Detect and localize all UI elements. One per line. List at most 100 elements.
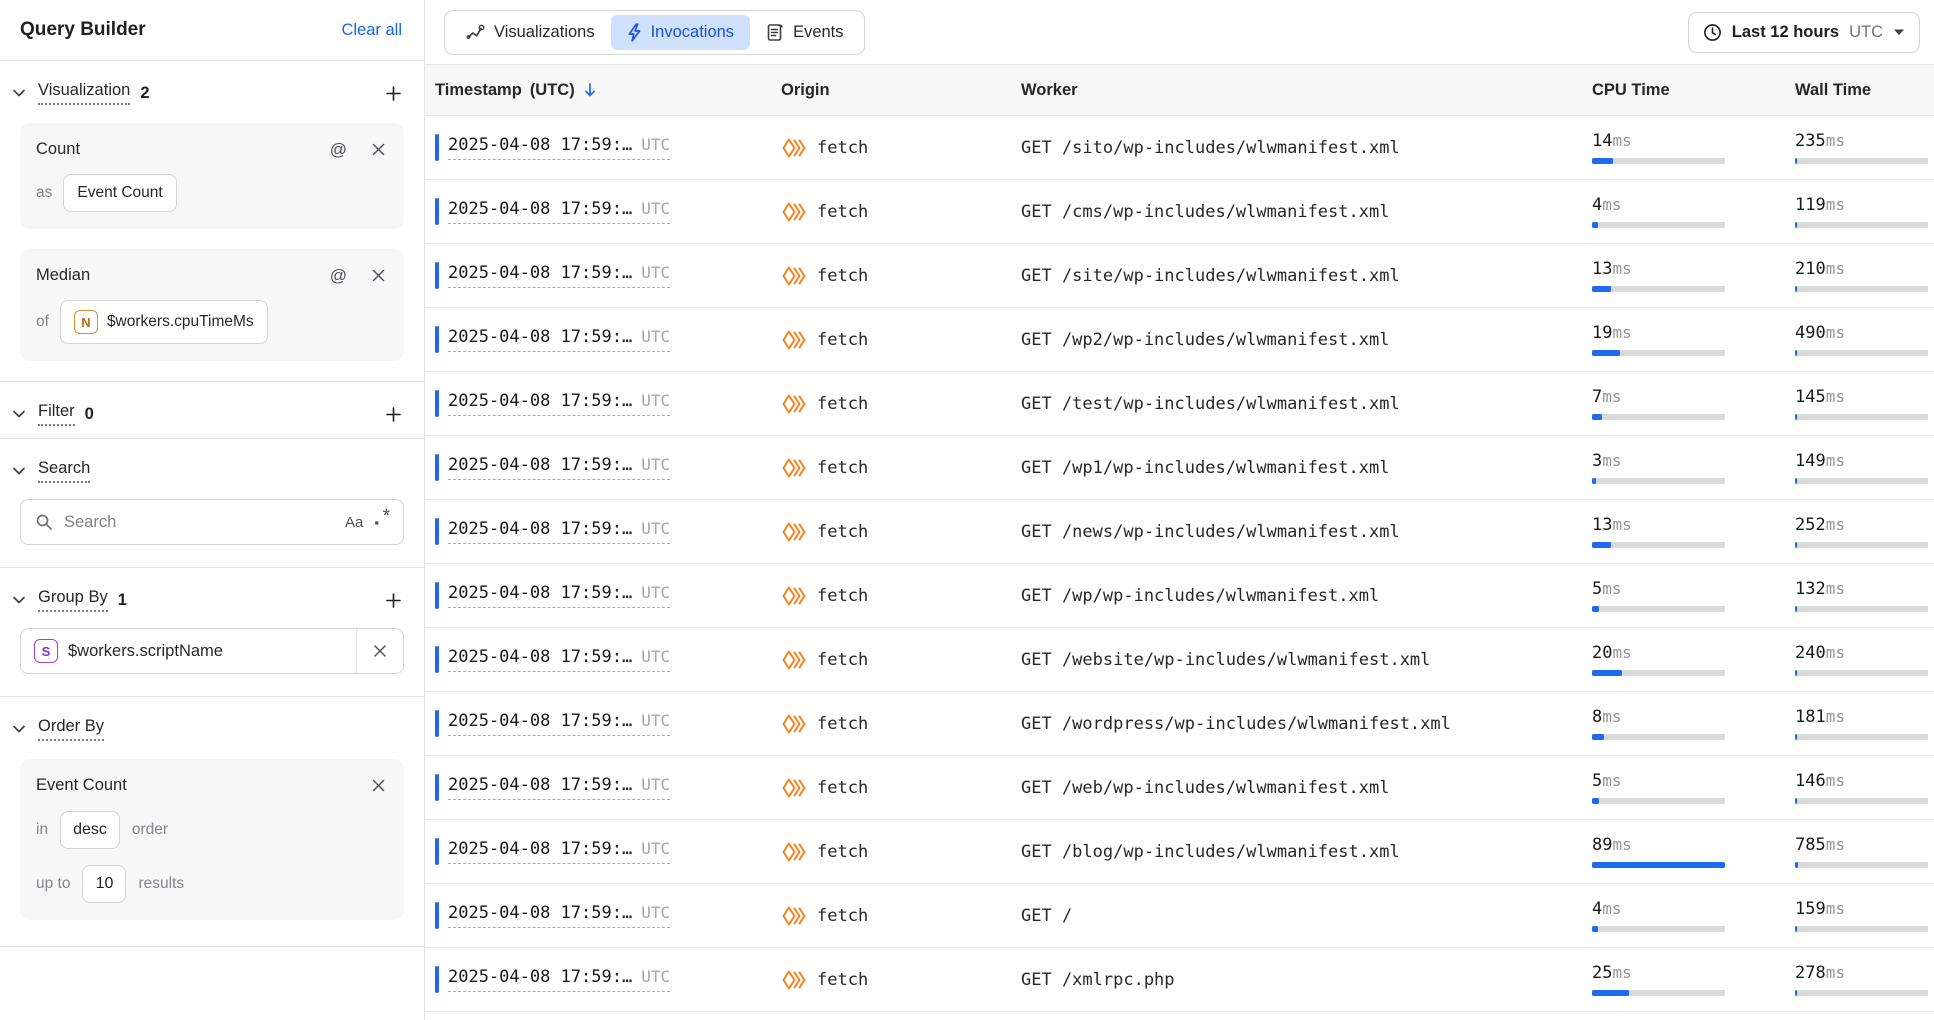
timestamp-link[interactable]: 2025-04-08 17:59:… UTC [448,583,670,608]
wall-time-bar-fill [1795,670,1797,676]
cpu-unit: ms [1612,131,1631,150]
search-collapse-button[interactable] [10,464,28,478]
row-status-marker [435,582,439,609]
alias-at-icon[interactable]: @ [330,141,347,158]
remove-order-by-button[interactable] [369,776,388,795]
wall-time-bar-fill [1795,734,1797,740]
close-icon [371,142,386,157]
regex-icon[interactable]: ▪* [374,515,389,530]
row-origin: fetch [817,266,868,286]
invocation-row[interactable]: 2025-04-08 17:59:… UTC fetch GET /sito/w… [425,116,1934,180]
timestamp-link[interactable]: 2025-04-08 17:59:… UTC [448,391,670,416]
timestamp-link[interactable]: 2025-04-08 17:59:… UTC [448,519,670,544]
alias-at-icon[interactable]: @ [330,267,347,284]
add-filter-button[interactable] [383,404,404,425]
cpu-time-bar [1592,478,1725,484]
cpu-value: 25 [1592,963,1612,983]
row-status-marker [435,646,439,673]
cpu-value: 13 [1592,515,1612,535]
tab-events[interactable]: Events [750,15,859,50]
workers-fetch-icon [781,969,808,991]
search-input[interactable] [64,513,334,532]
column-header-origin[interactable]: Origin [767,81,1007,100]
visualization-section-title[interactable]: Visualization [38,81,130,105]
invocation-row[interactable]: 2025-04-08 17:59:… UTC fetch GET /wp1/wp… [425,436,1934,500]
median-visualization-card: Median @ of N $workers.cpuTimeMs [20,249,404,361]
invocation-row[interactable]: 2025-04-08 17:59:… UTC fetch GET /xmlrpc… [425,948,1934,1012]
invocation-row[interactable]: 2025-04-08 17:59:… UTC fetch GET /websit… [425,628,1934,692]
row-cpu-time: 4ms [1577,899,1777,932]
column-header-worker[interactable]: Worker [1007,81,1577,100]
invocation-row[interactable]: 2025-04-08 17:59:… UTC fetch GET /wp/wp-… [425,564,1934,628]
invocation-row[interactable]: 2025-04-08 17:59:… UTC fetch GET /site/w… [425,244,1934,308]
row-wall-time: 235ms [1777,131,1934,164]
result-limit-input[interactable]: 10 [82,865,126,903]
timestamp-link[interactable]: 2025-04-08 17:59:… UTC [448,711,670,736]
cpu-value: 13 [1592,259,1612,279]
remove-count-button[interactable] [369,140,388,159]
row-cpu-time: 14ms [1577,131,1777,164]
row-worker-request: GET /xmlrpc.php [1007,970,1577,990]
timestamp-link[interactable]: 2025-04-08 17:59:… UTC [448,775,670,800]
column-header-timestamp[interactable]: Timestamp (UTC) [425,81,767,100]
add-visualization-button[interactable] [383,83,404,104]
lightning-icon [627,23,642,42]
add-group-by-button[interactable] [383,590,404,611]
time-range-selector[interactable]: Last 12 hours UTC [1688,12,1920,53]
sort-direction-select[interactable]: desc [60,811,120,849]
group-by-section-header: Group By 1 [0,568,424,624]
timestamp-link[interactable]: 2025-04-08 17:59:… UTC [448,327,670,352]
column-header-cpu-time[interactable]: CPU Time [1577,81,1777,100]
timestamp-link[interactable]: 2025-04-08 17:59:… UTC [448,903,670,928]
row-cpu-time: 13ms [1577,515,1777,548]
timestamp-link[interactable]: 2025-04-08 17:59:… UTC [448,135,670,160]
row-timezone: UTC [641,839,670,858]
invocation-row[interactable]: 2025-04-08 17:59:… UTC fetch GET /wordpr… [425,692,1934,756]
group-by-collapse-button[interactable] [10,593,28,607]
row-timestamp: 2025-04-08 17:59:… [448,391,632,411]
wall-value: 235 [1795,131,1826,151]
filter-section-title[interactable]: Filter [38,402,75,426]
remove-group-by-button[interactable] [357,629,403,673]
visualization-collapse-button[interactable] [10,86,28,100]
timestamp-link[interactable]: 2025-04-08 17:59:… UTC [448,647,670,672]
group-by-section-title[interactable]: Group By [38,588,108,612]
invocation-row[interactable]: 2025-04-08 17:59:… UTC fetch GET /web/wp… [425,756,1934,820]
invocation-row[interactable]: 2025-04-08 17:59:… UTC fetch GET /cms/wp… [425,180,1934,244]
filter-collapse-button[interactable] [10,407,28,421]
row-timestamp: 2025-04-08 17:59:… [448,135,632,155]
chevron-down-icon [12,724,26,734]
timestamp-link[interactable]: 2025-04-08 17:59:… UTC [448,455,670,480]
row-timestamp: 2025-04-08 17:59:… [448,967,632,987]
row-timezone: UTC [641,711,670,730]
search-icon [35,513,53,531]
invocation-row[interactable]: 2025-04-08 17:59:… UTC fetch GET /blog/w… [425,820,1934,884]
remove-median-button[interactable] [369,266,388,285]
median-field-chip[interactable]: N $workers.cpuTimeMs [60,300,268,344]
tab-visualizations[interactable]: Visualizations [449,15,611,50]
match-case-icon[interactable]: Aa [345,514,363,531]
wall-unit: ms [1826,771,1845,790]
column-header-wall-time[interactable]: Wall Time [1777,81,1934,100]
count-alias-chip[interactable]: Event Count [63,174,176,212]
timestamp-link[interactable]: 2025-04-08 17:59:… UTC [448,967,670,992]
row-timestamp: 2025-04-08 17:59:… [448,903,632,923]
invocation-row[interactable]: 2025-04-08 17:59:… UTC fetch GET /test/w… [425,372,1934,436]
cpu-time-bar-fill [1592,414,1602,420]
timestamp-link[interactable]: 2025-04-08 17:59:… UTC [448,199,670,224]
invocation-row[interactable]: 2025-04-08 17:59:… UTC fetch GET / 4ms 1… [425,884,1934,948]
search-section-title[interactable]: Search [38,459,90,483]
wall-time-bar-fill [1795,990,1797,996]
invocation-row[interactable]: 2025-04-08 17:59:… UTC fetch GET /wp2/wp… [425,308,1934,372]
divider [0,946,424,947]
order-by-collapse-button[interactable] [10,722,28,736]
timestamp-link[interactable]: 2025-04-08 17:59:… UTC [448,263,670,288]
tab-invocations[interactable]: Invocations [611,15,750,50]
clear-all-button[interactable]: Clear all [341,21,402,40]
order-by-section-title[interactable]: Order By [38,717,104,741]
invocation-row[interactable]: 2025-04-08 17:59:… UTC fetch GET /news/w… [425,500,1934,564]
wall-value: 252 [1795,515,1826,535]
group-by-field-chip[interactable]: S $workers.scriptName [20,628,404,674]
order-label: order [132,821,168,839]
timestamp-link[interactable]: 2025-04-08 17:59:… UTC [448,839,670,864]
